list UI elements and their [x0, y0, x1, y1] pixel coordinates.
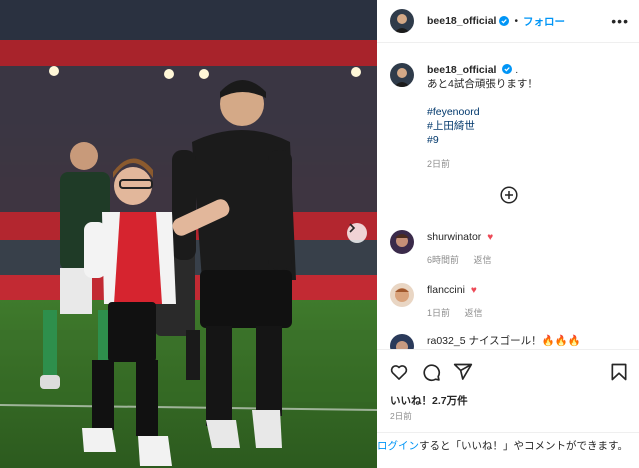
avatar[interactable] [390, 283, 414, 307]
verified-icon [502, 64, 513, 74]
plus-circle-icon[interactable] [500, 186, 518, 204]
avatar-image [390, 283, 414, 307]
chevron-right-icon [349, 223, 356, 233]
comment-meta: 1日前 返信 [427, 306, 495, 320]
hashtag-link[interactable]: #上田綺世 [427, 119, 538, 133]
caption-avatar[interactable] [390, 63, 414, 87]
more-options-icon[interactable]: ••• [611, 13, 629, 29]
comment-time: 6時間前 [427, 255, 460, 265]
comments-section[interactable]: bee18_official . あと4試合頑張ります！ #feyenoord … [377, 43, 639, 349]
avatar[interactable] [390, 334, 414, 349]
comment-username[interactable]: ra032_5 [427, 335, 466, 347]
comment-body: ra032_5 ナイスゴール！🔥🔥🔥 [427, 334, 581, 348]
hashtag-link[interactable]: #9 [427, 133, 538, 147]
separator-dot: • [514, 15, 518, 27]
heart-icon[interactable] [389, 362, 409, 382]
comment-icon[interactable] [421, 362, 441, 382]
comment-body: shurwinator ♥ 6時間前 返信 [427, 230, 504, 267]
caption-time: 2日前 [427, 159, 451, 169]
share-icon[interactable] [453, 362, 473, 382]
avatar-image [390, 9, 414, 33]
avatar[interactable] [390, 9, 414, 33]
post-date: 2日前 [390, 411, 412, 421]
reply-button[interactable]: 返信 [474, 255, 492, 265]
photo-illustration [0, 0, 377, 468]
hashtag-link[interactable]: #feyenoord [427, 105, 538, 119]
caption: bee18_official . あと4試合頑張ります！ #feyenoord … [390, 63, 626, 171]
follow-button[interactable]: フォロー [523, 14, 565, 29]
post-header: bee18_official • フォロー ••• [377, 0, 639, 43]
avatar-image [390, 230, 414, 254]
comment-meta: 6時間前 返信 [427, 253, 504, 267]
comment-username[interactable]: flanccini [427, 284, 465, 296]
next-photo-button[interactable] [347, 223, 367, 243]
caption-dot: . [515, 64, 519, 76]
login-prompt: ログインすると「いいね！」やコメントができます。 [377, 432, 639, 468]
post-photo[interactable] [0, 0, 377, 468]
comment-item: shurwinator ♥ 6時間前 返信 [390, 230, 504, 267]
reply-button[interactable]: 返信 [465, 308, 483, 318]
avatar-image [390, 334, 414, 349]
likes-count[interactable]: いいね！2.7万件 [390, 393, 468, 408]
login-link[interactable]: ログイン [377, 440, 419, 452]
heart-emoji: ♥ [487, 232, 494, 243]
comment-time: 1日前 [427, 308, 451, 318]
avatar-image [390, 63, 414, 87]
heart-emoji: ♥ [470, 285, 477, 296]
comment-item: flanccini ♥ 1日前 返信 [390, 283, 495, 320]
action-bar [377, 349, 639, 395]
caption-text: あと4試合頑張ります！ [427, 78, 538, 90]
comment-item: ra032_5 ナイスゴール！🔥🔥🔥 [390, 334, 581, 349]
comment-body: flanccini ♥ 1日前 返信 [427, 283, 495, 320]
caption-body: bee18_official . あと4試合頑張ります！ #feyenoord … [427, 63, 538, 171]
login-prompt-text: すると「いいね！」やコメントができます。 [419, 440, 628, 452]
verified-icon [499, 16, 510, 26]
avatar[interactable] [390, 230, 414, 254]
comment-username[interactable]: shurwinator [427, 231, 481, 243]
comment-text: ナイスゴール！🔥🔥🔥 [468, 335, 581, 347]
bookmark-icon[interactable] [609, 362, 629, 382]
post-username[interactable]: bee18_official [427, 15, 496, 27]
caption-username[interactable]: bee18_official [427, 64, 496, 76]
post-details-panel: bee18_official • フォロー ••• bee18_official [377, 0, 639, 468]
